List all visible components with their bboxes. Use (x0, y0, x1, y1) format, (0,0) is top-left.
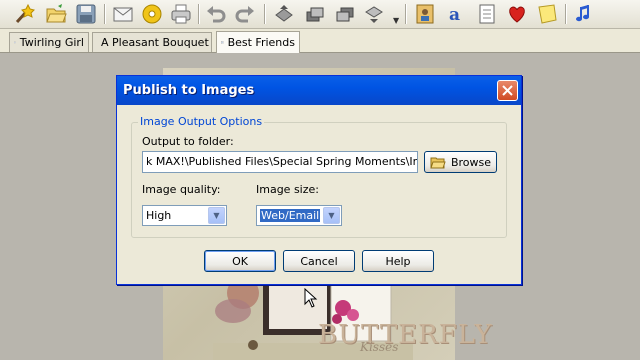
open-folder-icon[interactable] (44, 2, 68, 26)
svg-text:a: a (449, 5, 460, 25)
folder-icon (430, 157, 446, 169)
quality-label: Image quality: (142, 183, 221, 196)
toolbar-overflow-icon[interactable]: ▼ (393, 16, 399, 25)
close-icon (502, 85, 513, 96)
tab-label: Twirling Girl (19, 36, 84, 49)
cancel-label: Cancel (300, 254, 338, 268)
print-icon[interactable] (169, 2, 193, 26)
chevron-down-icon[interactable]: ▼ (323, 207, 340, 224)
dialog-title: Publish to Images (123, 83, 255, 98)
mouse-cursor-icon (304, 288, 318, 308)
image-quality-select[interactable]: High ▼ (142, 205, 227, 226)
folder-label: Output to folder: (142, 135, 234, 148)
decorative-title: BUTTERFLY (318, 320, 493, 350)
sticky-note-icon[interactable] (535, 2, 559, 26)
page-icon (14, 41, 16, 44)
document-tabstrip: Twirling Girl A Pleasant Bouquet Best Fr… (0, 29, 640, 53)
quality-value: High (146, 209, 172, 222)
close-button[interactable] (497, 80, 518, 101)
email-icon[interactable] (111, 2, 135, 26)
ok-label: OK (232, 254, 248, 268)
size-label: Image size: (256, 183, 319, 196)
send-to-back-icon[interactable] (362, 2, 386, 26)
bring-to-front-icon[interactable] (272, 2, 296, 26)
tab-label: Best Friends (227, 36, 295, 49)
decorative-script: Kisses (360, 340, 399, 354)
chevron-down-icon[interactable]: ▼ (208, 207, 225, 224)
tab-a-pleasant-bouquet[interactable]: A Pleasant Bouquet (92, 32, 212, 52)
ok-button[interactable]: OK (204, 250, 276, 272)
main-toolbar: ▼ a (0, 0, 640, 29)
size-value: Web/Email (258, 208, 322, 223)
output-folder-value: k MAX!\Published Files\Special Spring Mo… (146, 155, 417, 168)
journal-icon[interactable] (475, 2, 499, 26)
heart-icon[interactable] (505, 2, 529, 26)
redo-icon[interactable] (233, 2, 257, 26)
text-icon[interactable]: a (445, 2, 469, 26)
publish-dialog: Publish to Images Image Output Options O… (116, 75, 522, 285)
image-size-select[interactable]: Web/Email ▼ (256, 205, 342, 226)
cd-icon[interactable] (140, 2, 164, 26)
help-label: Help (385, 254, 411, 268)
save-icon[interactable] (74, 2, 98, 26)
tab-label: A Pleasant Bouquet (101, 36, 209, 49)
output-folder-input[interactable]: k MAX!\Published Files\Special Spring Mo… (142, 151, 418, 173)
browse-button[interactable]: Browse (424, 151, 497, 173)
music-icon[interactable] (572, 2, 596, 26)
contact-card-icon[interactable] (413, 2, 437, 26)
wand-icon[interactable] (12, 2, 36, 26)
dialog-titlebar[interactable]: Publish to Images (117, 76, 521, 105)
image-output-options-group: Image Output Options Output to folder: k… (131, 115, 507, 238)
tab-twirling-girl[interactable]: Twirling Girl (9, 32, 89, 52)
cancel-button[interactable]: Cancel (283, 250, 355, 272)
bring-forward-icon[interactable] (303, 2, 327, 26)
undo-icon[interactable] (204, 2, 228, 26)
browse-label: Browse (450, 155, 492, 169)
tab-best-friends[interactable]: Best Friends (216, 31, 300, 53)
help-button[interactable]: Help (362, 250, 434, 272)
page-icon (221, 41, 224, 44)
group-label: Image Output Options (138, 115, 265, 128)
send-backward-icon[interactable] (333, 2, 357, 26)
